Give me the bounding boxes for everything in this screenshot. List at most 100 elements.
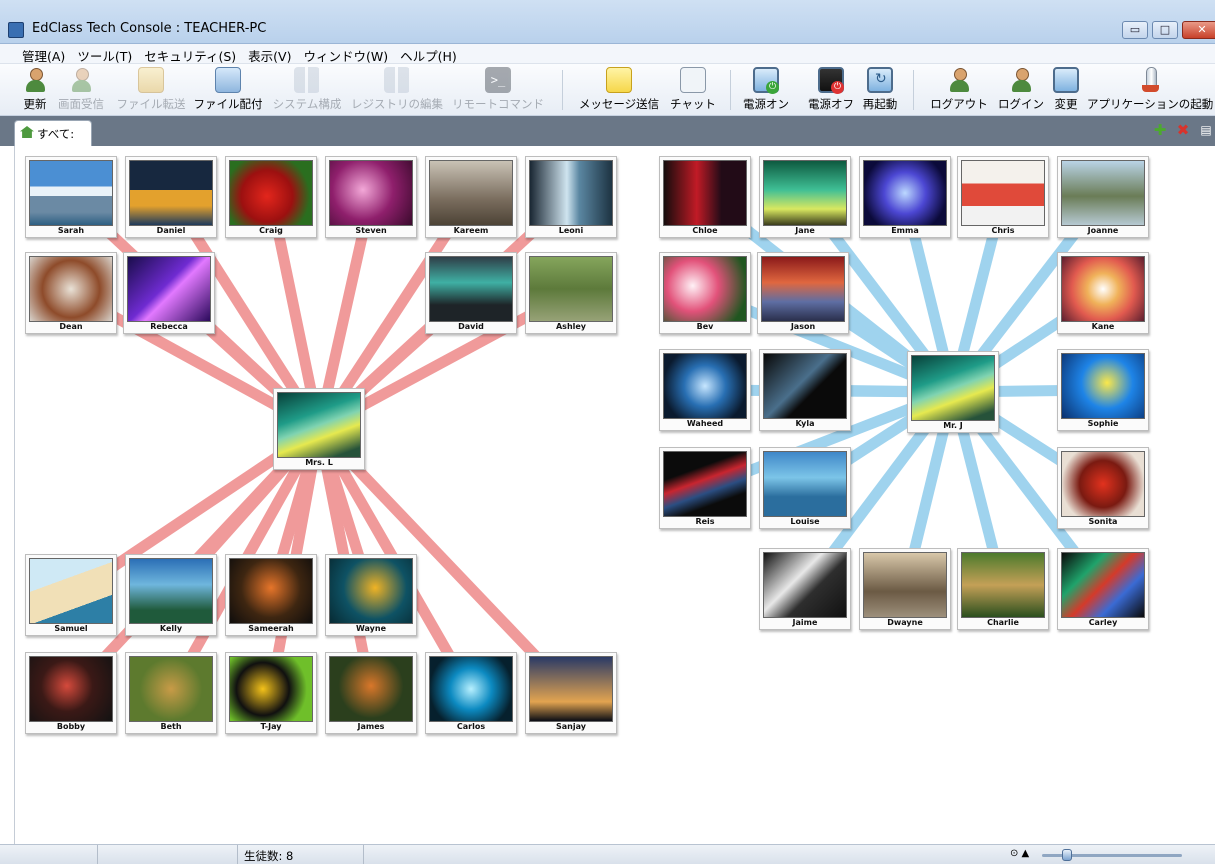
screen-thumbnail — [129, 656, 213, 722]
student-name: Sameerah — [248, 624, 294, 633]
student-node[interactable]: Wayne — [325, 554, 417, 636]
student-name: Charlie — [987, 618, 1019, 627]
message-send-button[interactable]: メッセージ送信 — [576, 67, 662, 112]
change-button[interactable]: 変更 — [1053, 67, 1079, 112]
screen-thumbnail — [529, 160, 613, 226]
student-node[interactable]: Ashley — [525, 252, 617, 334]
close-button[interactable]: ✕ — [1182, 21, 1215, 39]
student-name: Dwayne — [887, 618, 923, 627]
student-name: Emma — [891, 226, 919, 235]
screen-thumbnail — [763, 552, 847, 618]
student-name: Chloe — [692, 226, 718, 235]
student-node[interactable]: Rebecca — [123, 252, 215, 334]
chat-icon — [680, 67, 706, 93]
student-node[interactable]: Carlos — [425, 652, 517, 734]
student-node[interactable]: Louise — [759, 447, 851, 529]
system-config-icon — [294, 67, 320, 93]
screen-thumbnail — [229, 160, 313, 226]
student-node[interactable]: Kelly — [125, 554, 217, 636]
screen-thumbnail — [763, 451, 847, 517]
student-node[interactable]: Steven — [325, 156, 417, 238]
student-node[interactable]: Chloe — [659, 156, 751, 238]
registry-edit-button[interactable]: レジストリの編集 — [350, 67, 444, 112]
zoom-thumb[interactable] — [1062, 849, 1072, 861]
student-node[interactable]: Samuel — [25, 554, 117, 636]
power-off-button[interactable]: 電源オフ — [804, 67, 858, 112]
student-node[interactable]: Carley — [1057, 548, 1149, 630]
power-on-button[interactable]: 電源オン — [734, 67, 798, 112]
menu-help[interactable]: ヘルプ(H) — [394, 44, 463, 65]
launch-app-button[interactable]: アプリケーションの起動 — [1087, 67, 1213, 112]
student-node[interactable]: Jane — [759, 156, 851, 238]
student-node[interactable]: Jaime — [759, 548, 851, 630]
student-node[interactable]: Sanjay — [525, 652, 617, 734]
refresh-button[interactable]: 更新 — [20, 67, 50, 112]
menu-security[interactable]: セキュリティ(S) — [138, 44, 242, 65]
student-node[interactable]: Craig — [225, 156, 317, 238]
chat-button[interactable]: チャット — [668, 67, 718, 112]
remote-command-button[interactable]: >_ リモートコマンド — [452, 67, 544, 112]
status-cell — [0, 845, 98, 864]
menu-manage[interactable]: 管理(A) — [16, 44, 71, 65]
student-node[interactable]: Beth — [125, 652, 217, 734]
student-node[interactable]: Sarah — [25, 156, 117, 238]
logout-button[interactable]: ログアウト — [928, 67, 990, 112]
screen-thumbnail — [761, 256, 845, 322]
student-node[interactable]: Chris — [957, 156, 1049, 238]
add-icon[interactable]: ✚ — [1152, 122, 1168, 138]
student-node[interactable]: T-Jay — [225, 652, 317, 734]
maximize-button[interactable]: □ — [1152, 21, 1178, 39]
status-cell — [98, 845, 238, 864]
screen-thumbnail — [1061, 353, 1145, 419]
student-node[interactable]: Dean — [25, 252, 117, 334]
system-config-button[interactable]: システム構成 — [272, 67, 342, 112]
student-node[interactable]: Kareem — [425, 156, 517, 238]
view-toggle-icon[interactable]: ▤ — [1198, 122, 1214, 138]
student-name: Bobby — [56, 722, 86, 731]
menu-window[interactable]: ウィンドウ(W) — [297, 44, 394, 65]
student-name: Jason — [790, 322, 816, 331]
student-node[interactable]: Emma — [859, 156, 951, 238]
student-node[interactable]: Bev — [659, 252, 751, 334]
student-name: Sonita — [1088, 517, 1118, 526]
student-name: Craig — [259, 226, 283, 235]
screen-thumbnail — [961, 552, 1045, 618]
file-transfer-button[interactable]: ファイル転送 — [114, 67, 188, 112]
student-name: Sarah — [57, 226, 85, 235]
student-node[interactable]: James — [325, 652, 417, 734]
window-title: EdClass Tech Console : TEACHER-PC — [32, 21, 267, 36]
student-node[interactable]: Charlie — [957, 548, 1049, 630]
teacher-node[interactable]: Mr. J — [907, 351, 999, 433]
remove-icon[interactable]: ✖ — [1175, 122, 1191, 138]
student-node[interactable]: Waheed — [659, 349, 751, 431]
change-icon — [1053, 67, 1079, 93]
screen-thumbnail — [29, 256, 113, 322]
refresh-user-icon — [22, 67, 48, 93]
menu-bar: 管理(A) ツール(T) セキュリティ(S) 表示(V) ウィンドウ(W) ヘルプ(H) — [0, 44, 1215, 64]
file-distribute-button[interactable]: ファイル配付 — [193, 67, 263, 112]
student-node[interactable]: Daniel — [125, 156, 217, 238]
student-node[interactable]: Kyla — [759, 349, 851, 431]
student-name: Steven — [355, 226, 387, 235]
student-node[interactable]: Jason — [757, 252, 849, 334]
student-node[interactable]: Leoni — [525, 156, 617, 238]
student-node[interactable]: Joanne — [1057, 156, 1149, 238]
student-node[interactable]: Kane — [1057, 252, 1149, 334]
screen-thumbnail — [29, 160, 113, 226]
menu-tools[interactable]: ツール(T) — [71, 44, 138, 65]
student-node[interactable]: Sameerah — [225, 554, 317, 636]
screen-thumbnail — [429, 160, 513, 226]
student-node[interactable]: Reis — [659, 447, 751, 529]
student-node[interactable]: Sonita — [1057, 447, 1149, 529]
student-node[interactable]: David — [425, 252, 517, 334]
tab-all[interactable]: すべて: — [14, 120, 92, 146]
minimize-button[interactable]: ▭ — [1122, 21, 1148, 39]
student-node[interactable]: Bobby — [25, 652, 117, 734]
login-button[interactable]: ログイン — [996, 67, 1046, 112]
receive-screen-button[interactable]: 画面受信 — [56, 67, 106, 112]
teacher-node[interactable]: Mrs. L — [273, 388, 365, 470]
student-node[interactable]: Dwayne — [859, 548, 951, 630]
restart-button[interactable]: 再起動 — [861, 67, 899, 112]
student-node[interactable]: Sophie — [1057, 349, 1149, 431]
menu-view[interactable]: 表示(V) — [242, 44, 297, 65]
